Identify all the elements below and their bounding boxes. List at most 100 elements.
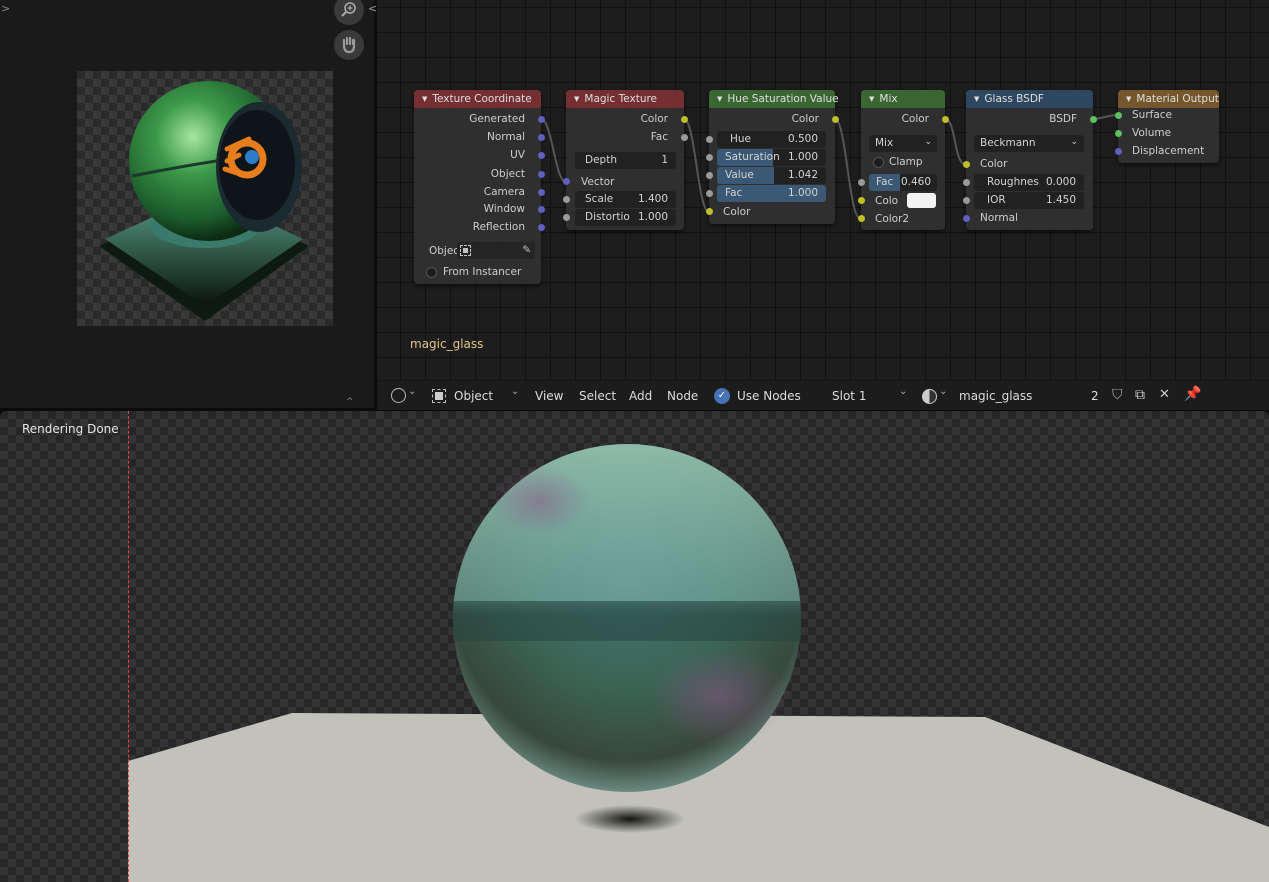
- output-bsdf: BSDF: [1049, 113, 1077, 125]
- distortion-field[interactable]: Distortio 1.000: [575, 209, 676, 226]
- fac-slider[interactable]: Fac 0.460: [869, 174, 937, 191]
- socket-color1-in[interactable]: [858, 197, 865, 204]
- socket-volume-in[interactable]: [1115, 130, 1122, 137]
- socket-scale-in[interactable]: [563, 196, 570, 203]
- socket-reflection[interactable]: [538, 224, 545, 231]
- output-color: Color: [640, 113, 668, 125]
- chevron-down-icon: ⌄: [511, 386, 520, 397]
- node-glass-bsdf[interactable]: ▼ Glass BSDF BSDF Beckmann ⌄ Color Roughn…: [963, 90, 1097, 230]
- node-editor-header: ⌄ Object ⌄ View Select Add Node ✓ Use No…: [377, 380, 1269, 410]
- node-texture-coordinate[interactable]: ▼ Texture Coordinate Generated Normal UV …: [414, 90, 545, 284]
- object-field[interactable]: ✎: [457, 242, 535, 259]
- socket-distortion-in[interactable]: [563, 214, 570, 221]
- socket-hue-in[interactable]: [706, 136, 713, 143]
- socket-vector-in[interactable]: [563, 178, 570, 185]
- socket-uv[interactable]: [538, 152, 545, 159]
- node-title[interactable]: ▼ Material Output: [1118, 90, 1219, 108]
- scale-field[interactable]: Scale 1.400: [575, 191, 676, 208]
- material-name-field[interactable]: magic_glass: [959, 389, 1032, 403]
- output-normal: Normal: [487, 131, 525, 143]
- socket-color-out[interactable]: [681, 116, 688, 123]
- output-uv: UV: [510, 149, 525, 161]
- socket-normal[interactable]: [538, 134, 545, 141]
- use-nodes-label[interactable]: Use Nodes: [737, 389, 801, 403]
- output-window: Window: [483, 203, 525, 215]
- node-title[interactable]: ▼ Texture Coordinate: [414, 90, 541, 108]
- output-color: Color: [791, 113, 819, 125]
- socket-roughness-in[interactable]: [963, 179, 970, 186]
- node-title[interactable]: ▼ Magic Texture: [566, 90, 684, 108]
- input-surface: Surface: [1132, 109, 1173, 121]
- eyedropper-icon[interactable]: ✎: [522, 242, 531, 259]
- link-mix-glass-color: [944, 118, 966, 165]
- hand-pan-icon[interactable]: [334, 30, 364, 60]
- node-mix[interactable]: ▼ Mix Color Mix ⌄ Clamp Fac 0.460 Colo Co…: [858, 90, 949, 230]
- depth-field[interactable]: Depth 1: [575, 152, 676, 169]
- collapse-up-arrow[interactable]: ^: [346, 397, 354, 407]
- menu-select[interactable]: Select: [579, 389, 616, 403]
- use-nodes-checkbox[interactable]: ✓: [714, 388, 730, 404]
- socket-generated[interactable]: [538, 116, 545, 123]
- from-instancer-checkbox[interactable]: [426, 267, 437, 278]
- object-mode-dropdown[interactable]: Object: [454, 389, 493, 403]
- value-slider[interactable]: Value 1.042: [717, 167, 826, 184]
- node-magic-texture[interactable]: ▼ Magic Texture Color Fac Depth 1 Vector …: [563, 90, 688, 230]
- render-result-view[interactable]: Rendering Done: [0, 411, 1269, 882]
- distribution-dropdown[interactable]: Beckmann ⌄: [974, 135, 1084, 152]
- clamp-checkbox[interactable]: [873, 157, 884, 168]
- ior-field[interactable]: IOR 1.450: [974, 192, 1084, 209]
- render-image: [128, 444, 1269, 882]
- socket-ior-in[interactable]: [963, 197, 970, 204]
- sphere-shadow: [575, 805, 685, 833]
- socket-color-in[interactable]: [963, 161, 970, 168]
- hue-field[interactable]: Hue 0.500: [717, 131, 826, 148]
- shader-node-editor[interactable]: ▼ Texture Coordinate Generated Normal UV …: [377, 0, 1269, 380]
- menu-view[interactable]: View: [535, 389, 563, 403]
- output-color: Color: [901, 113, 929, 125]
- fake-user-shield-icon[interactable]: ⛉: [1112, 387, 1123, 403]
- socket-color-out[interactable]: [832, 116, 839, 123]
- object-icon: [460, 245, 471, 256]
- expand-sidebar-arrow[interactable]: >: [1, 2, 10, 15]
- unlink-close-icon[interactable]: ✕: [1159, 387, 1170, 402]
- pin-icon[interactable]: 📌: [1184, 386, 1201, 402]
- socket-fac-in[interactable]: [706, 190, 713, 197]
- saturation-slider[interactable]: Saturation 1.000: [717, 149, 826, 166]
- socket-fac-in[interactable]: [858, 179, 865, 186]
- socket-object[interactable]: [538, 171, 545, 178]
- editor-type-button[interactable]: [391, 388, 406, 403]
- node-material-output[interactable]: ▼ Material Output Surface Volume Displace…: [1115, 90, 1219, 163]
- socket-color2-in[interactable]: [858, 215, 865, 222]
- input-volume: Volume: [1132, 127, 1172, 139]
- node-title[interactable]: ▼ Glass BSDF: [966, 90, 1093, 108]
- roughness-field[interactable]: Roughnes 0.000: [974, 174, 1084, 191]
- duplicate-material-icon[interactable]: ⧉: [1135, 387, 1145, 403]
- fac-slider[interactable]: Fac 1.000: [717, 185, 826, 202]
- socket-color-in[interactable]: [706, 208, 713, 215]
- socket-window[interactable]: [538, 206, 545, 213]
- material-browse-icon[interactable]: [922, 389, 937, 404]
- zoom-in-icon[interactable]: [334, 0, 364, 25]
- input-displacement: Displacement: [1132, 145, 1205, 157]
- link-magic-color-hsv: [683, 118, 710, 213]
- input-normal: Normal: [980, 212, 1018, 224]
- socket-camera[interactable]: [538, 189, 545, 196]
- socket-color-out[interactable]: [942, 116, 949, 123]
- socket-fac-out[interactable]: [681, 134, 688, 141]
- socket-surface-in[interactable]: [1115, 112, 1122, 119]
- socket-value-in[interactable]: [706, 172, 713, 179]
- user-count[interactable]: 2: [1091, 389, 1099, 403]
- blend-type-dropdown[interactable]: Mix ⌄: [869, 135, 937, 152]
- socket-displacement-in[interactable]: [1115, 148, 1122, 155]
- socket-saturation-in[interactable]: [706, 154, 713, 161]
- node-title[interactable]: ▼ Hue Saturation Value: [709, 90, 839, 108]
- menu-node[interactable]: Node: [667, 389, 698, 403]
- socket-normal-in[interactable]: [963, 215, 970, 222]
- color1-swatch[interactable]: [907, 193, 936, 208]
- menu-add[interactable]: Add: [629, 389, 652, 403]
- chevron-down-icon: ⌄: [1070, 137, 1078, 147]
- socket-bsdf-out[interactable]: [1090, 116, 1097, 123]
- slot-dropdown[interactable]: Slot 1: [832, 389, 866, 403]
- node-hue-saturation-value[interactable]: ▼ Hue Saturation Value Color Hue 0.500 Sa…: [706, 90, 839, 224]
- node-title[interactable]: ▼ Mix: [861, 90, 945, 108]
